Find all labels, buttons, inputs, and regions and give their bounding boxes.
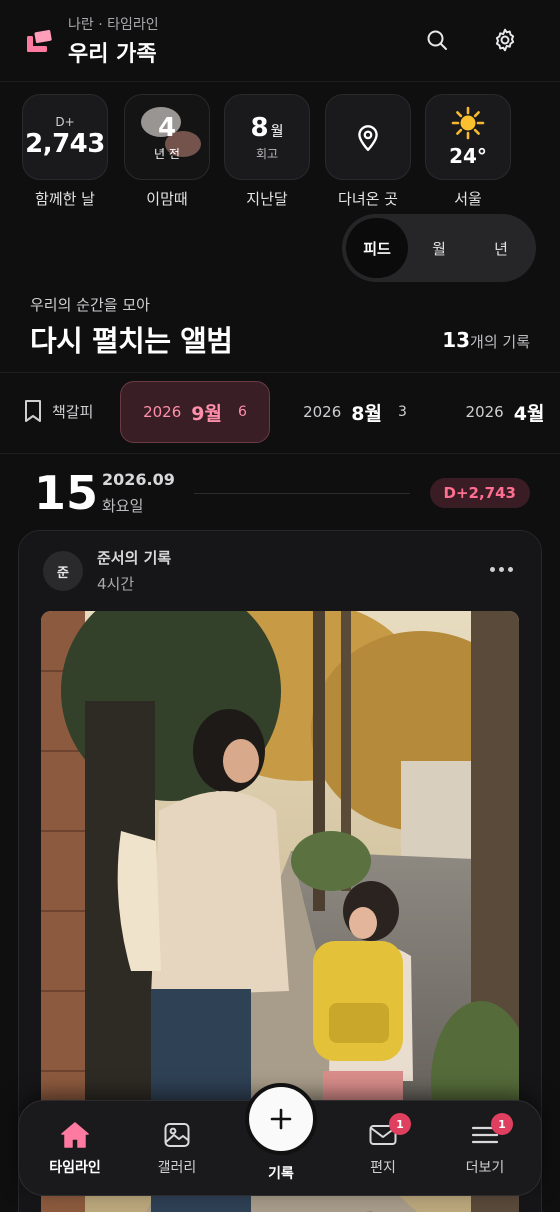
stat-value: 2,743	[25, 129, 105, 159]
section-subtitle: 우리의 순간을 모아	[30, 296, 150, 314]
nav-gallery[interactable]: 갤러리	[135, 1121, 219, 1177]
stat-month: 8월	[250, 112, 284, 143]
nav-more[interactable]: 1 더보기	[443, 1113, 527, 1177]
settings-button[interactable]	[489, 24, 521, 56]
month-chip-2026-08[interactable]: 2026 8월 3	[290, 381, 420, 443]
month-chip-2026-09[interactable]: 2026 9월 6	[120, 381, 270, 443]
memory-thumbnail: 4 년 전	[124, 94, 210, 180]
stat-places[interactable]: 다녀온 곳	[325, 94, 411, 209]
date-year-month: 2026.09	[102, 470, 175, 489]
stats-row: D+ 2,743 함께한 날 4 년 전 이맘때 8월 회고 지난달 다녀온 곳	[22, 94, 522, 214]
more-options-button[interactable]	[487, 559, 515, 579]
app-header: 나란 · 타임라인 우리 가족	[0, 0, 560, 82]
toggle-year[interactable]: 년	[470, 218, 532, 278]
stat-sub: 년 전	[154, 146, 180, 161]
gear-icon	[495, 28, 515, 52]
stat-card: 24°	[425, 94, 511, 180]
plus-icon	[270, 1108, 292, 1130]
view-toggle: 피드 월 년	[342, 214, 536, 282]
divider	[194, 493, 410, 494]
bottom-nav: 타임라인 갤러리 기록 1 편지 1 더보기	[18, 1083, 542, 1196]
search-icon	[427, 30, 447, 50]
bookmark-icon	[25, 400, 41, 422]
home-icon	[61, 1122, 89, 1148]
gallery-icon	[164, 1123, 190, 1147]
stat-prefix: D+	[55, 115, 75, 129]
stat-value: 4	[157, 112, 177, 143]
date-weekday: 화요일	[102, 497, 144, 515]
toggle-month[interactable]: 월	[408, 218, 470, 278]
stat-caption: 다녀온 곳	[338, 190, 398, 208]
stat-last-month[interactable]: 8월 회고 지난달	[224, 94, 310, 209]
stat-card: 8월 회고	[224, 94, 310, 180]
nav-timeline[interactable]: 타임라인	[33, 1121, 117, 1177]
post-time: 4시간	[97, 575, 135, 593]
month-strip: 책갈피 2026 9월 6 2026 8월 3 2026 4월	[0, 372, 560, 454]
section-title: 다시 펼치는 앨범	[30, 324, 233, 358]
date-day: 15	[34, 466, 99, 520]
nav-label: 갤러리	[157, 1160, 197, 1176]
stat-caption: 지난달	[246, 190, 288, 208]
stat-card: D+ 2,743	[22, 94, 108, 180]
post-author[interactable]: 준서의 기록	[97, 547, 171, 568]
avatar[interactable]: 준	[43, 551, 83, 591]
stat-this-time[interactable]: 4 년 전 이맘때	[124, 94, 210, 209]
bookmark-button[interactable]: 책갈피	[24, 399, 93, 423]
location-pin-icon	[358, 125, 378, 152]
stat-sub: 회고	[255, 146, 279, 161]
more-dots-icon	[489, 566, 495, 572]
nav-label: 편지	[370, 1160, 396, 1176]
stat-weather[interactable]: 24° 서울	[425, 94, 511, 209]
nav-letters[interactable]: 1 편지	[341, 1113, 425, 1177]
search-button[interactable]	[421, 24, 453, 56]
toggle-feed[interactable]: 피드	[346, 218, 408, 278]
stat-caption: 서울	[454, 190, 482, 208]
stat-caption: 함께한 날	[35, 190, 95, 208]
stat-card	[325, 94, 411, 180]
record-count: 13개의 기록	[442, 328, 530, 352]
nav-label: 더보기	[465, 1160, 505, 1176]
sun-icon	[451, 106, 485, 140]
nav-label: 타임라인	[49, 1160, 101, 1176]
stat-caption: 이맘때	[146, 190, 188, 208]
add-record-button[interactable]	[245, 1083, 317, 1155]
dday-badge: D+2,743	[429, 478, 530, 508]
app-logo-icon	[27, 29, 52, 52]
stat-days-together[interactable]: D+ 2,743 함께한 날	[22, 94, 108, 209]
temperature: 24°	[449, 144, 487, 168]
page-title: 우리 가족	[68, 42, 157, 67]
nav-label-record: 기록	[268, 1166, 294, 1182]
bookmark-label: 책갈피	[52, 402, 94, 421]
brand-subtitle: 나란 · 타임라인	[68, 17, 159, 33]
month-chip-2026-04[interactable]: 2026 4월	[450, 381, 560, 443]
more-badge: 1	[491, 1113, 513, 1135]
letters-badge: 1	[389, 1113, 411, 1135]
